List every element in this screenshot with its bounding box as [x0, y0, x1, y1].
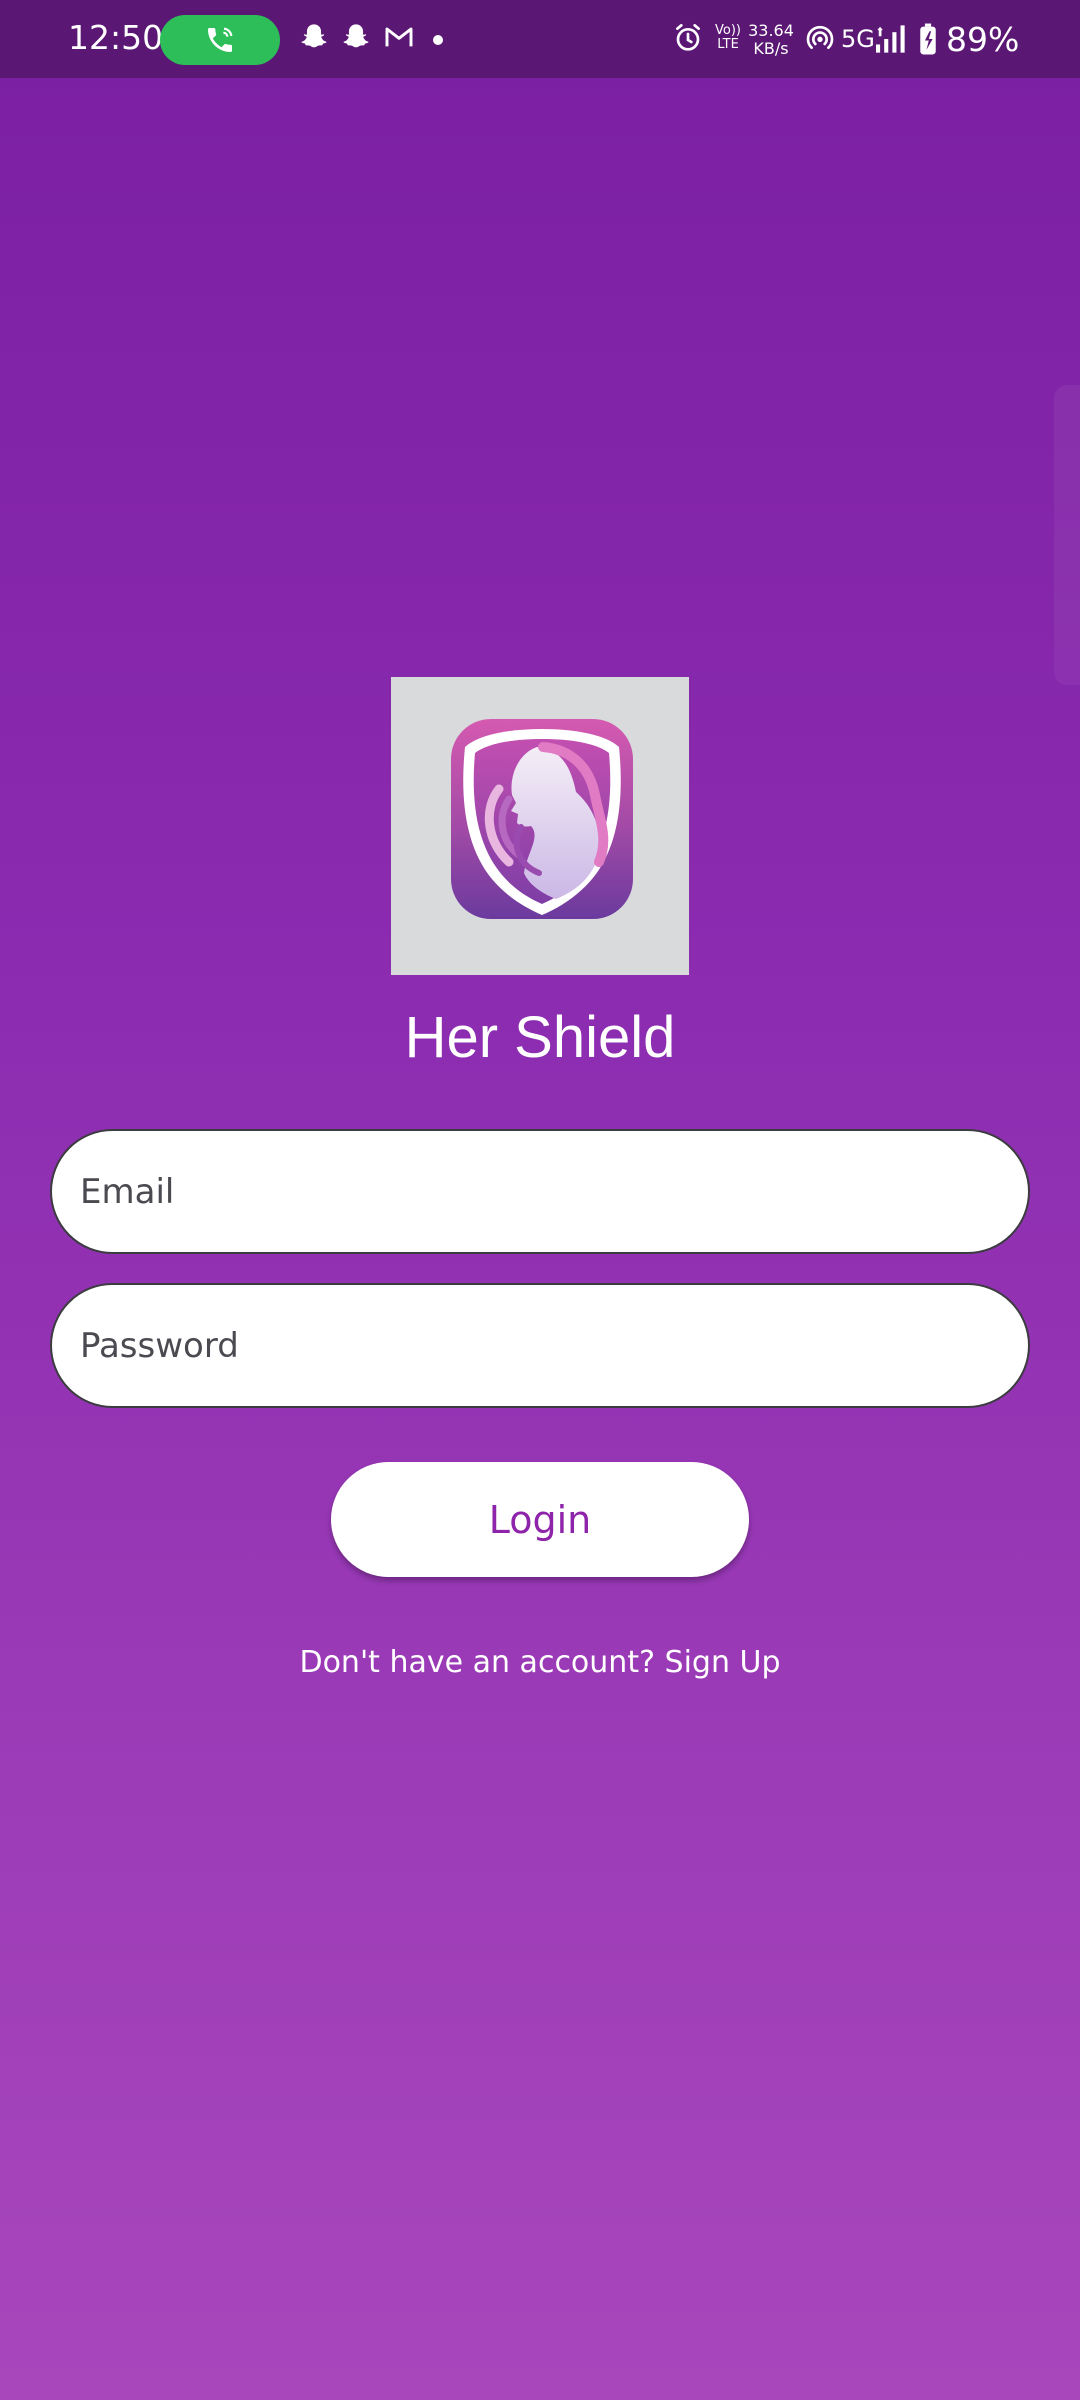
alarm-icon	[676, 24, 700, 51]
network-speed-unit: KB/s	[753, 39, 789, 58]
network-speed-value: 33.64	[748, 21, 794, 40]
hotspot-icon	[806, 25, 834, 50]
battery-percent: 89%	[946, 20, 1020, 59]
network-type: 5G	[841, 25, 875, 53]
app-logo	[391, 677, 689, 975]
login-button[interactable]: Login	[331, 1462, 749, 1577]
woman-shield-logo	[451, 719, 633, 919]
gmail-icon	[385, 27, 413, 47]
more-notifications-dot	[433, 35, 443, 45]
phone-call-icon	[208, 27, 233, 52]
signal-icon	[876, 25, 905, 53]
signup-prompt: Don't have an account? Sign Up	[0, 1643, 1080, 1683]
network-speed: 33.64 KB/s	[746, 22, 796, 58]
email-field[interactable]	[50, 1129, 1030, 1254]
snapchat-icon	[343, 24, 369, 48]
volte-bottom-label: LTE	[717, 37, 739, 52]
app-title: Her Shield	[404, 1005, 676, 1070]
status-time: 12:50	[68, 18, 164, 57]
signup-link[interactable]: Don't have an account? Sign Up	[299, 1645, 780, 1680]
snapchat-icon	[301, 24, 327, 48]
battery-charging-icon	[920, 23, 936, 55]
ongoing-call-pill[interactable]	[160, 15, 280, 65]
status-bar: 12:50 Vo)) LTE 33.64 KB/s 5G 89%	[0, 0, 1080, 78]
volte-indicator: Vo)) LTE	[712, 24, 744, 52]
volte-top-label: Vo))	[715, 23, 741, 38]
password-field[interactable]	[50, 1283, 1030, 1408]
edge-panel-handle[interactable]	[1054, 385, 1080, 685]
